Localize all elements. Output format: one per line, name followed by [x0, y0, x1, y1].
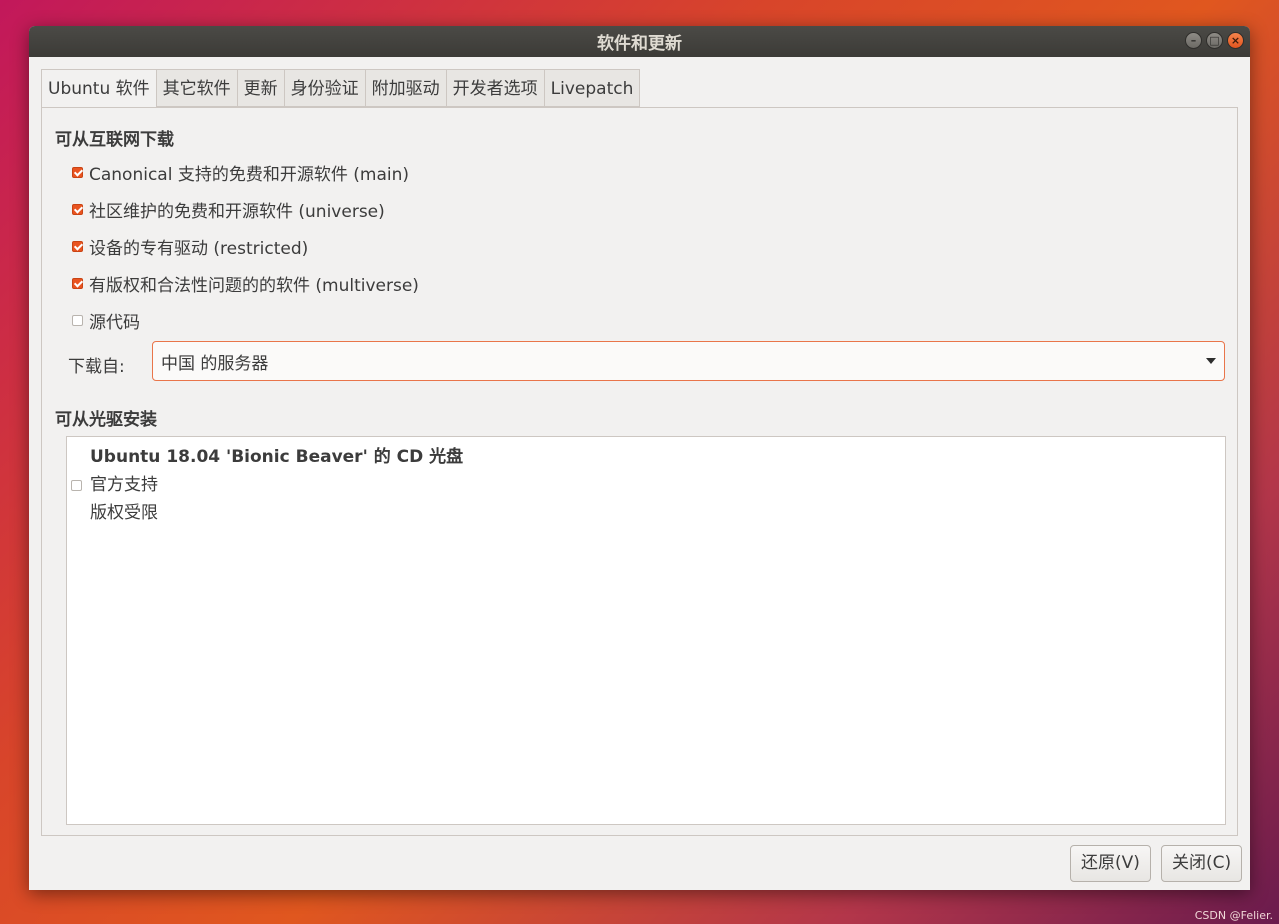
cdrom-checkbox[interactable]: [71, 479, 82, 491]
desktop: 软件和更新 – □ × Ubuntu 软件 其它软件 更新 身份验证 附加驱动 …: [0, 0, 1279, 924]
checkbox-universe[interactable]: 社区维护的免费和开源软件 (universe): [72, 197, 385, 222]
checkbox-restricted[interactable]: 设备的专有驱动 (restricted): [72, 234, 308, 259]
checkbox-main-box[interactable]: [72, 167, 83, 178]
checkbox-multiverse-box[interactable]: [72, 278, 83, 289]
tab-additional-drivers[interactable]: 附加驱动: [365, 69, 447, 107]
close-button[interactable]: 关闭(C): [1161, 845, 1243, 882]
tab-ubuntu-software[interactable]: Ubuntu 软件: [41, 69, 157, 108]
tab-updates[interactable]: 更新: [237, 69, 285, 107]
cdrom-section-title: 可从光驱安装: [55, 410, 157, 430]
tab-livepatch[interactable]: Livepatch: [544, 69, 641, 107]
tab-developer-options[interactable]: 开发者选项: [446, 69, 545, 107]
checkbox-universe-box[interactable]: [72, 204, 83, 215]
close-icon[interactable]: ×: [1227, 32, 1244, 49]
minimize-icon[interactable]: –: [1185, 32, 1202, 49]
checkbox-main[interactable]: Canonical 支持的免费和开源软件 (main): [72, 160, 409, 185]
maximize-icon[interactable]: □: [1206, 32, 1223, 49]
window-title: 软件和更新: [597, 34, 682, 54]
internet-section-title: 可从互联网下载: [55, 130, 174, 150]
cdrom-list: Ubuntu 18.04 'Bionic Beaver' 的 CD 光盘 官方支…: [66, 436, 1226, 825]
checkbox-restricted-label: 设备的专有驱动 (restricted): [89, 239, 309, 259]
tab-other-software[interactable]: 其它软件: [156, 69, 238, 107]
ubuntu-software-panel: 可从互联网下载 Canonical 支持的免费和开源软件 (main) 社区维护…: [41, 107, 1238, 836]
checkbox-source-code-label: 源代码: [89, 313, 140, 333]
revert-button[interactable]: 还原(V): [1070, 845, 1151, 882]
download-from-label: 下载自:: [68, 357, 125, 377]
checkbox-source-code-box[interactable]: [72, 315, 83, 326]
title-bar[interactable]: 软件和更新 – □ ×: [29, 26, 1250, 57]
checkbox-multiverse[interactable]: 有版权和合法性问题的的软件 (multiverse): [72, 271, 419, 296]
checkbox-restricted-box[interactable]: [72, 241, 83, 252]
checkbox-universe-label: 社区维护的免费和开源软件 (universe): [89, 202, 385, 222]
cdrom-item-support: 官方支持: [90, 475, 158, 495]
software-updates-window: 软件和更新 – □ × Ubuntu 软件 其它软件 更新 身份验证 附加驱动 …: [29, 26, 1250, 890]
window-controls: – □ ×: [1185, 32, 1244, 49]
cdrom-item-license: 版权受限: [90, 503, 158, 523]
download-server-value: 中国 的服务器: [161, 353, 269, 374]
cdrom-item-name: Ubuntu 18.04 'Bionic Beaver' 的 CD 光盘: [90, 447, 464, 467]
download-server-dropdown[interactable]: 中国 的服务器: [152, 341, 1225, 381]
checkbox-source-code[interactable]: 源代码: [72, 308, 140, 333]
checkbox-multiverse-label: 有版权和合法性问题的的软件 (multiverse): [89, 276, 419, 296]
dropdown-arrow-icon: [1206, 358, 1216, 364]
tab-authentication[interactable]: 身份验证: [284, 69, 366, 107]
cdrom-list-item[interactable]: Ubuntu 18.04 'Bionic Beaver' 的 CD 光盘 官方支…: [71, 443, 463, 527]
tab-bar: Ubuntu 软件 其它软件 更新 身份验证 附加驱动 开发者选项 Livepa…: [41, 69, 641, 108]
checkbox-main-label: Canonical 支持的免费和开源软件 (main): [89, 165, 409, 185]
cdrom-item-text: Ubuntu 18.04 'Bionic Beaver' 的 CD 光盘 官方支…: [90, 443, 463, 527]
watermark: CSDN @Felier.: [1194, 909, 1273, 922]
